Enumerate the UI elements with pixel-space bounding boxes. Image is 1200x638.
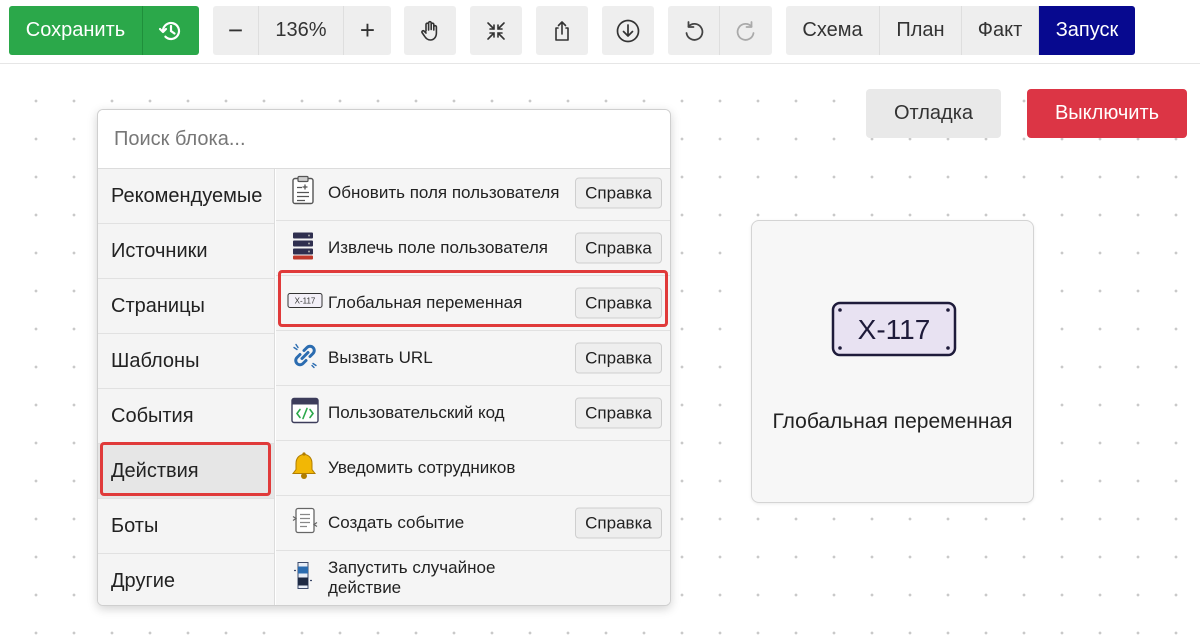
- tab-run[interactable]: Запуск: [1039, 6, 1135, 55]
- help-button[interactable]: Справка: [575, 232, 662, 264]
- action-label: Глобальная переменная: [328, 293, 523, 312]
- category-list: Рекомендуемые Источники Страницы Шаблоны…: [98, 169, 275, 605]
- list-item[interactable]: Пользовательский код Справка: [276, 386, 670, 441]
- category-other[interactable]: Другие: [98, 554, 274, 605]
- list-item[interactable]: Создать событие Справка: [276, 496, 670, 551]
- download-button[interactable]: [602, 6, 654, 55]
- help-button[interactable]: Справка: [575, 177, 662, 209]
- action-label: Уведомить сотрудников: [328, 458, 516, 477]
- history-icon: [158, 18, 184, 44]
- variable-plate-icon: X-117: [287, 293, 323, 314]
- category-templates[interactable]: Шаблоны: [98, 334, 274, 389]
- variable-plate-icon: X-117: [831, 301, 957, 362]
- event-list-icon: [291, 507, 319, 540]
- help-button[interactable]: Справка: [575, 287, 662, 319]
- undo-button[interactable]: [668, 6, 720, 55]
- list-item-global-variable[interactable]: X-117 Глобальная переменная Справка: [276, 276, 670, 331]
- pan-tool-button[interactable]: [404, 6, 456, 55]
- save-group: Сохранить: [9, 6, 199, 55]
- help-button[interactable]: Справка: [575, 342, 662, 374]
- history-button[interactable]: [143, 6, 199, 55]
- list-item[interactable]: Обновить поля пользователя Справка: [276, 169, 670, 221]
- redo-icon: [734, 19, 758, 43]
- action-label: Пользовательский код: [328, 403, 505, 422]
- zoom-group: − 136% +: [213, 6, 391, 55]
- disable-button[interactable]: Выключить: [1027, 89, 1187, 138]
- node-label: Глобальная переменная: [772, 410, 1013, 433]
- action-label: Извлечь поле пользователя: [328, 238, 548, 257]
- form-update-icon: [291, 175, 315, 211]
- list-item[interactable]: Запустить случайное действие: [276, 551, 670, 605]
- block-search-input[interactable]: [98, 110, 670, 169]
- view-tabs: Схема План Факт Запуск: [786, 6, 1135, 55]
- database-stack-icon: [291, 231, 315, 266]
- plate-text: X-117: [858, 314, 931, 345]
- bell-icon: [291, 452, 317, 485]
- zoom-out-button[interactable]: −: [213, 6, 259, 55]
- action-label: Вызвать URL: [328, 348, 433, 367]
- list-item[interactable]: Вызвать URL Справка: [276, 331, 670, 386]
- list-item[interactable]: Уведомить сотрудников: [276, 441, 670, 496]
- undo-icon: [682, 19, 706, 43]
- hand-pan-icon: [404, 6, 456, 55]
- share-button[interactable]: [536, 6, 588, 55]
- category-actions[interactable]: Действия: [98, 444, 274, 499]
- tab-plan[interactable]: План: [880, 6, 962, 55]
- action-label: Запустить случайное действие: [328, 558, 496, 597]
- collapse-icon: [470, 6, 522, 55]
- random-bar-icon: [291, 561, 315, 596]
- list-item[interactable]: Извлечь поле пользователя Справка: [276, 221, 670, 276]
- link-icon: [291, 342, 319, 375]
- category-sources[interactable]: Источники: [98, 224, 274, 279]
- category-events[interactable]: События: [98, 389, 274, 444]
- global-variable-node[interactable]: X-117 Глобальная переменная: [751, 220, 1034, 503]
- category-pages[interactable]: Страницы: [98, 279, 274, 334]
- category-bots[interactable]: Боты: [98, 499, 274, 554]
- zoom-in-button[interactable]: +: [344, 6, 391, 55]
- category-recommended[interactable]: Рекомендуемые: [98, 169, 274, 224]
- plate-text-small: X-117: [295, 297, 316, 306]
- top-toolbar: Сохранить − 136% + Схема План Факт Запус…: [0, 0, 1200, 64]
- tab-schema[interactable]: Схема: [786, 6, 880, 55]
- undo-redo-group: [668, 6, 772, 55]
- debug-button[interactable]: Отладка: [866, 89, 1001, 138]
- help-button[interactable]: Справка: [575, 397, 662, 429]
- save-button[interactable]: Сохранить: [9, 6, 143, 55]
- action-label: Создать событие: [328, 513, 465, 532]
- code-window-icon: [291, 397, 319, 429]
- download-icon: [602, 6, 654, 55]
- tab-fact[interactable]: Факт: [962, 6, 1039, 55]
- fit-view-button[interactable]: [470, 6, 522, 55]
- redo-button[interactable]: [720, 6, 772, 55]
- zoom-level: 136%: [259, 6, 344, 55]
- block-picker-panel: Рекомендуемые Источники Страницы Шаблоны…: [97, 109, 671, 606]
- action-label: Обновить поля пользователя: [328, 183, 560, 202]
- help-button[interactable]: Справка: [575, 507, 662, 539]
- share-icon: [536, 6, 588, 55]
- action-list: Обновить поля пользователя Справка Извле…: [276, 169, 670, 605]
